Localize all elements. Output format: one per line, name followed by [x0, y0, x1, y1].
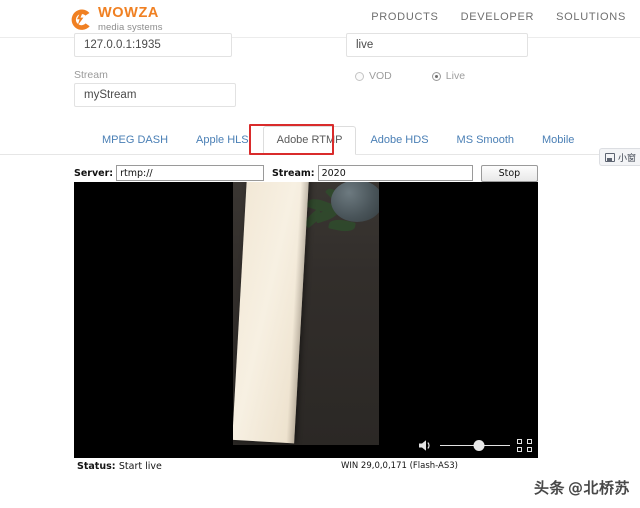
tab-mpeg-dash[interactable]: MPEG DASH — [88, 126, 182, 155]
tab-adobe-hds[interactable]: Adobe HDS — [356, 126, 442, 155]
volume-slider[interactable] — [440, 440, 510, 451]
nav-item-developer[interactable]: DEVELOPER — [461, 11, 535, 23]
connection-form: Stream VOD Live — [0, 38, 640, 120]
player-server-input[interactable] — [116, 165, 264, 181]
tab-apple-hls[interactable]: Apple HLS — [182, 126, 263, 155]
fullscreen-icon[interactable] — [517, 439, 532, 452]
flash-version-text: WIN 29,0,0,171 (Flash-AS3) — [341, 461, 458, 471]
small-window-widget[interactable]: 小窗 — [599, 148, 640, 166]
radio-dot-vod — [355, 72, 364, 81]
video-controls — [418, 439, 532, 452]
player-statusbar: Status: Start live WIN 29,0,0,171 (Flash… — [74, 458, 538, 474]
tab-mobile[interactable]: Mobile — [528, 126, 588, 155]
video-stage[interactable] — [74, 182, 538, 458]
brand-wordmark: WOWZA media systems — [98, 5, 163, 33]
stop-button[interactable]: Stop — [481, 165, 538, 182]
tab-adobe-rtmp[interactable]: Adobe RTMP — [263, 126, 357, 155]
stream-label: Stream — [74, 69, 108, 81]
radio-option-vod[interactable]: VOD — [355, 70, 392, 82]
flash-player: Server: Stream: Stop — [74, 164, 538, 474]
video-frame — [233, 182, 379, 445]
radio-label-vod: VOD — [369, 70, 392, 82]
server-field-label: Server: — [74, 168, 116, 179]
playback-type-group: VOD Live — [355, 70, 465, 82]
stream-input[interactable] — [74, 83, 236, 107]
wowza-bolt-icon — [68, 7, 93, 32]
tabs-list: MPEG DASH Apple HLS Adobe RTMP Adobe HDS… — [88, 126, 588, 155]
radio-dot-live — [432, 72, 441, 81]
pot-decoration — [331, 182, 379, 222]
radio-label-live: Live — [446, 70, 465, 82]
status-value: Start live — [119, 461, 162, 472]
wowza-logo[interactable]: WOWZA media systems — [68, 5, 163, 33]
page-root: WOWZA media systems PRODUCTS DEVELOPER S… — [0, 0, 640, 508]
speaker-icon[interactable] — [418, 439, 433, 452]
nav-item-solutions[interactable]: SOLUTIONS — [556, 11, 626, 23]
player-tabs: MPEG DASH Apple HLS Adobe RTMP Adobe HDS… — [0, 126, 640, 155]
plant-decoration — [303, 184, 377, 246]
stream-field-label: Stream: — [272, 168, 318, 179]
status-label: Status: — [77, 461, 116, 472]
player-toolbar: Server: Stream: Stop — [74, 164, 538, 182]
application-input[interactable] — [346, 33, 528, 57]
brand-tagline: media systems — [98, 22, 163, 33]
status-text: Status: Start live — [77, 461, 162, 472]
nav-item-products[interactable]: PRODUCTS — [371, 11, 438, 23]
watermark-handle: @北桥苏 — [568, 477, 630, 498]
host-input[interactable] — [74, 33, 232, 57]
main-nav: PRODUCTS DEVELOPER SOLUTIONS — [371, 11, 626, 23]
tab-ms-smooth[interactable]: MS Smooth — [443, 126, 528, 155]
player-stream-input[interactable] — [318, 165, 473, 181]
watermark: 头条 @北桥苏 — [534, 477, 630, 498]
small-window-label: 小窗 — [618, 151, 636, 164]
brand-name: WOWZA — [98, 6, 163, 21]
radio-option-live[interactable]: Live — [432, 70, 465, 82]
small-window-icon — [605, 153, 615, 162]
volume-knob[interactable] — [474, 440, 485, 451]
watermark-source: 头条 — [534, 477, 565, 498]
